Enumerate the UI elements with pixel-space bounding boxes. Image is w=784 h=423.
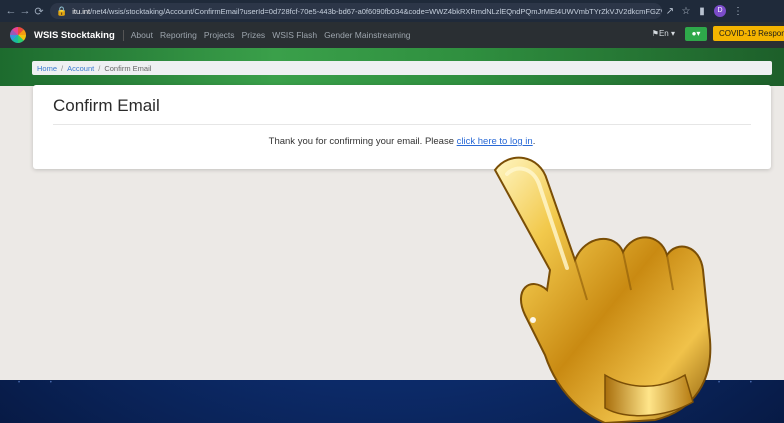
nav-gender-mainstreaming[interactable]: Gender Mainstreaming xyxy=(324,30,410,40)
forward-icon[interactable]: → xyxy=(18,5,32,17)
share-icon[interactable]: ↗ xyxy=(662,6,678,17)
breadcrumb-account[interactable]: Account xyxy=(67,64,94,73)
url-path: /net4/wsis/stocktaking/Account/ConfirmEm… xyxy=(90,6,662,16)
address-bar[interactable]: 🔒 itu.int/net4/wsis/stocktaking/Account/… xyxy=(50,3,662,19)
nav-about[interactable]: About xyxy=(131,30,153,40)
language-dropdown[interactable]: ⚑En ▾ xyxy=(652,29,675,38)
sidebar-icon[interactable]: ▮ xyxy=(694,6,710,17)
decorative-dots-left: • • xyxy=(18,380,66,386)
star-icon[interactable]: ☆ xyxy=(678,6,694,17)
brand-link[interactable]: WSIS Stocktaking xyxy=(34,29,124,41)
reload-icon[interactable]: ⟳ xyxy=(32,5,46,18)
wsis-logo-icon[interactable] xyxy=(10,27,26,43)
nav-projects[interactable]: Projects xyxy=(204,30,235,40)
nav-wsis-flash[interactable]: WSIS Flash xyxy=(272,30,317,40)
user-menu-button[interactable]: ●▾ xyxy=(685,26,707,41)
language-label: En xyxy=(658,29,669,38)
url-text: itu.int/net4/wsis/stocktaking/Account/Co… xyxy=(72,7,662,16)
lock-icon: 🔒 xyxy=(56,5,68,16)
site-navbar: WSIS Stocktaking About Reporting Project… xyxy=(0,22,784,48)
breadcrumb: Home / Account / Confirm Email xyxy=(32,61,772,75)
breadcrumb-current: Confirm Email xyxy=(104,63,152,73)
profile-avatar[interactable]: D xyxy=(714,5,726,17)
message-text: Thank you for confirming your email. Ple… xyxy=(268,136,457,147)
covid-response-button[interactable]: COVID-19 Response xyxy=(713,26,784,41)
decorative-dots-right: • • xyxy=(718,380,766,386)
breadcrumb-home[interactable]: Home xyxy=(37,64,57,73)
back-icon[interactable]: ← xyxy=(4,5,18,17)
flag-icon: ⚑ xyxy=(651,29,659,38)
nav-reporting[interactable]: Reporting xyxy=(160,30,197,40)
breadcrumb-separator: / xyxy=(98,63,101,73)
browser-toolbar: ← → ⟳ 🔒 itu.int/net4/wsis/stocktaking/Ac… xyxy=(0,0,784,22)
pointing-hand-icon xyxy=(493,156,712,423)
breadcrumb-separator: / xyxy=(61,63,64,73)
divider xyxy=(53,124,751,125)
user-icon: ● xyxy=(691,28,697,38)
page-title: Confirm Email xyxy=(53,96,160,115)
nav-right-group: ⚑En ▾ ●▾ COVID-19 Response xyxy=(652,26,784,41)
menu-icon[interactable]: ⋮ xyxy=(730,6,746,17)
nav-prizes[interactable]: Prizes xyxy=(242,30,266,40)
url-domain: itu.int xyxy=(72,6,91,16)
